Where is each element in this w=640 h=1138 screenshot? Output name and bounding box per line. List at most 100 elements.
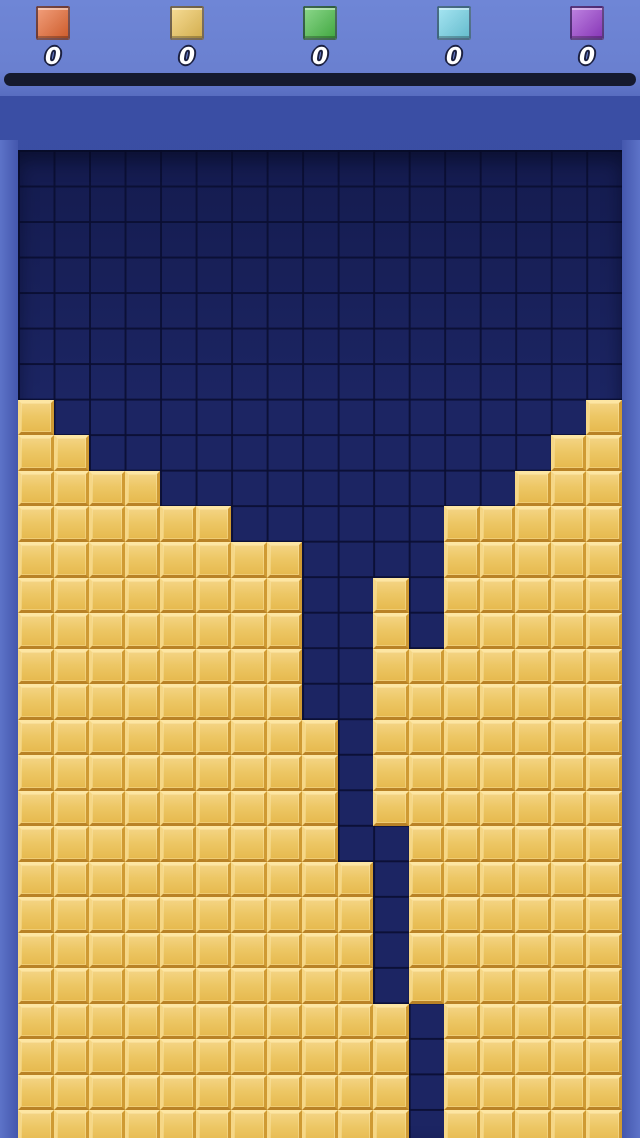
yellow-block[interactable] <box>266 719 303 756</box>
yellow-block[interactable] <box>479 790 516 827</box>
yellow-block[interactable] <box>231 542 267 578</box>
yellow-block[interactable] <box>18 790 54 827</box>
yellow-block[interactable] <box>550 932 587 969</box>
yellow-block[interactable] <box>444 897 480 933</box>
yellow-block[interactable] <box>89 648 125 685</box>
yellow-block[interactable] <box>160 1110 196 1138</box>
yellow-block[interactable] <box>302 932 338 969</box>
yellow-block[interactable] <box>337 1074 374 1111</box>
yellow-block[interactable] <box>479 684 516 720</box>
yellow-block[interactable] <box>550 1039 587 1075</box>
yellow-block[interactable] <box>337 897 374 933</box>
yellow-block[interactable] <box>302 790 338 827</box>
yellow-block[interactable] <box>408 719 445 756</box>
yellow-block[interactable] <box>53 719 90 756</box>
yellow-block[interactable] <box>515 932 551 969</box>
yellow-block[interactable] <box>18 1110 54 1138</box>
yellow-block[interactable] <box>18 542 54 578</box>
yellow-block[interactable] <box>89 932 125 969</box>
yellow-block[interactable] <box>18 577 54 614</box>
yellow-block[interactable] <box>18 719 54 756</box>
yellow-block[interactable] <box>124 826 161 862</box>
yellow-block[interactable] <box>266 684 303 720</box>
yellow-block[interactable] <box>515 755 551 791</box>
yellow-block[interactable] <box>550 648 587 685</box>
yellow-block[interactable] <box>586 1039 622 1075</box>
yellow-block[interactable] <box>550 968 587 1004</box>
yellow-block[interactable] <box>479 1003 516 1040</box>
yellow-block[interactable] <box>444 790 480 827</box>
yellow-block[interactable] <box>89 719 125 756</box>
yellow-block[interactable] <box>373 1074 409 1111</box>
yellow-block[interactable] <box>373 1110 409 1138</box>
yellow-block[interactable] <box>195 542 232 578</box>
yellow-block[interactable] <box>124 968 161 1004</box>
yellow-block[interactable] <box>479 826 516 862</box>
yellow-block[interactable] <box>160 968 196 1004</box>
yellow-block[interactable] <box>195 790 232 827</box>
yellow-block[interactable] <box>586 1003 622 1040</box>
yellow-block[interactable] <box>515 577 551 614</box>
yellow-block[interactable] <box>124 542 161 578</box>
yellow-block[interactable] <box>53 435 90 471</box>
yellow-block[interactable] <box>18 648 54 685</box>
yellow-block[interactable] <box>124 1110 161 1138</box>
yellow-block[interactable] <box>195 577 232 614</box>
yellow-block[interactable] <box>444 1110 480 1138</box>
yellow-block[interactable] <box>18 506 54 542</box>
yellow-block[interactable] <box>479 755 516 791</box>
yellow-block[interactable] <box>53 648 90 685</box>
yellow-block[interactable] <box>160 1003 196 1040</box>
yellow-block[interactable] <box>18 435 54 471</box>
yellow-block[interactable] <box>160 1074 196 1111</box>
yellow-block[interactable] <box>124 648 161 685</box>
yellow-block[interactable] <box>18 932 54 969</box>
yellow-block[interactable] <box>89 577 125 614</box>
yellow-block[interactable] <box>586 1110 622 1138</box>
yellow-block[interactable] <box>195 897 232 933</box>
yellow-block[interactable] <box>302 1074 338 1111</box>
yellow-block[interactable] <box>586 968 622 1004</box>
yellow-block[interactable] <box>444 684 480 720</box>
yellow-block[interactable] <box>160 755 196 791</box>
yellow-block[interactable] <box>195 1074 232 1111</box>
yellow-block[interactable] <box>18 470 54 507</box>
yellow-block[interactable] <box>373 613 409 649</box>
yellow-block[interactable] <box>89 1039 125 1075</box>
yellow-block[interactable] <box>18 684 54 720</box>
yellow-block[interactable] <box>550 719 587 756</box>
yellow-block[interactable] <box>160 684 196 720</box>
yellow-block[interactable] <box>515 897 551 933</box>
yellow-block[interactable] <box>586 932 622 969</box>
yellow-block[interactable] <box>195 684 232 720</box>
yellow-block[interactable] <box>266 790 303 827</box>
yellow-block[interactable] <box>124 932 161 969</box>
yellow-block[interactable] <box>515 719 551 756</box>
yellow-block[interactable] <box>444 932 480 969</box>
yellow-block[interactable] <box>53 861 90 898</box>
yellow-block[interactable] <box>373 755 409 791</box>
yellow-block[interactable] <box>444 542 480 578</box>
yellow-block[interactable] <box>89 1074 125 1111</box>
yellow-block[interactable] <box>53 577 90 614</box>
yellow-block[interactable] <box>266 861 303 898</box>
yellow-block[interactable] <box>586 542 622 578</box>
yellow-block[interactable] <box>53 684 90 720</box>
yellow-block[interactable] <box>231 790 267 827</box>
yellow-block[interactable] <box>18 755 54 791</box>
yellow-block[interactable] <box>160 932 196 969</box>
yellow-block[interactable] <box>53 1039 90 1075</box>
yellow-block[interactable] <box>550 861 587 898</box>
yellow-block[interactable] <box>515 648 551 685</box>
yellow-block[interactable] <box>550 684 587 720</box>
yellow-block[interactable] <box>479 719 516 756</box>
yellow-block[interactable] <box>124 577 161 614</box>
yellow-block[interactable] <box>18 1003 54 1040</box>
yellow-block[interactable] <box>231 932 267 969</box>
yellow-block[interactable] <box>124 755 161 791</box>
yellow-block[interactable] <box>266 1003 303 1040</box>
yellow-block[interactable] <box>515 1039 551 1075</box>
yellow-block[interactable] <box>195 968 232 1004</box>
yellow-block[interactable] <box>515 1110 551 1138</box>
yellow-block[interactable] <box>231 684 267 720</box>
